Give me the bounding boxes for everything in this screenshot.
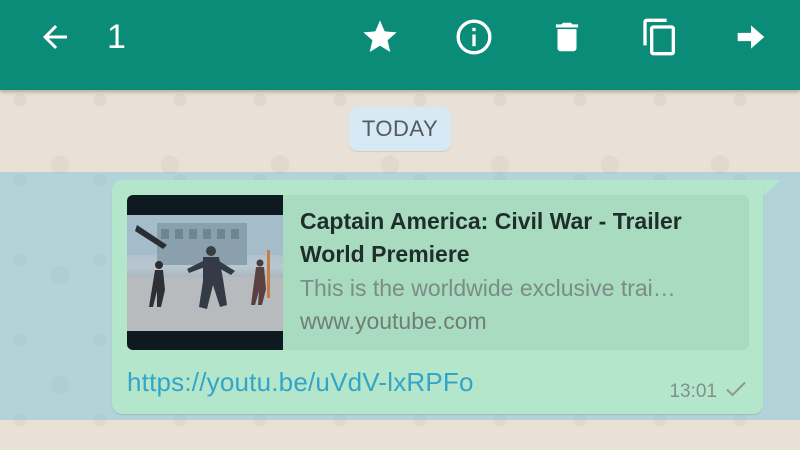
link-preview-card[interactable]: Captain America: Civil War - Trailer Wor… [127, 195, 749, 350]
info-icon [456, 19, 492, 55]
check-icon [725, 380, 747, 404]
link-preview-title: Captain America: Civil War - Trailer Wor… [300, 208, 682, 267]
copy-icon [643, 18, 675, 56]
back-button[interactable] [33, 15, 77, 59]
selection-action-bar: 1 [0, 0, 800, 90]
outgoing-message-bubble[interactable]: Captain America: Civil War - Trailer Wor… [112, 180, 763, 414]
message-link[interactable]: https://youtu.be/uVdV-lxRPFo [127, 367, 474, 398]
chat-bottom-area [0, 420, 800, 450]
message-meta: 13:01 [669, 380, 747, 404]
copy-button[interactable] [638, 15, 682, 59]
date-divider: TODAY [349, 107, 451, 151]
message-time: 13:01 [669, 381, 717, 402]
forward-arrow-icon [737, 25, 765, 49]
star-icon [363, 20, 397, 52]
bubble-tail [761, 180, 781, 198]
link-preview-domain: www.youtube.com [300, 308, 487, 334]
selected-count: 1 [107, 18, 126, 56]
forward-button[interactable] [729, 15, 773, 59]
info-button[interactable] [452, 15, 496, 59]
arrow-left-icon [43, 25, 67, 49]
star-button[interactable] [358, 15, 402, 59]
trash-icon [555, 22, 579, 52]
delete-button[interactable] [545, 15, 589, 59]
link-preview-text: Captain America: Civil War - Trailer Wor… [300, 205, 740, 338]
thumbnail-illustration [127, 215, 283, 331]
link-preview-description: This is the worldwide exclusive trai… [300, 275, 676, 301]
video-thumbnail [127, 195, 283, 350]
chat-screen: 1 TODAY Captain America: Civil War - Tra… [0, 0, 800, 450]
thumbnail-image [127, 215, 283, 331]
